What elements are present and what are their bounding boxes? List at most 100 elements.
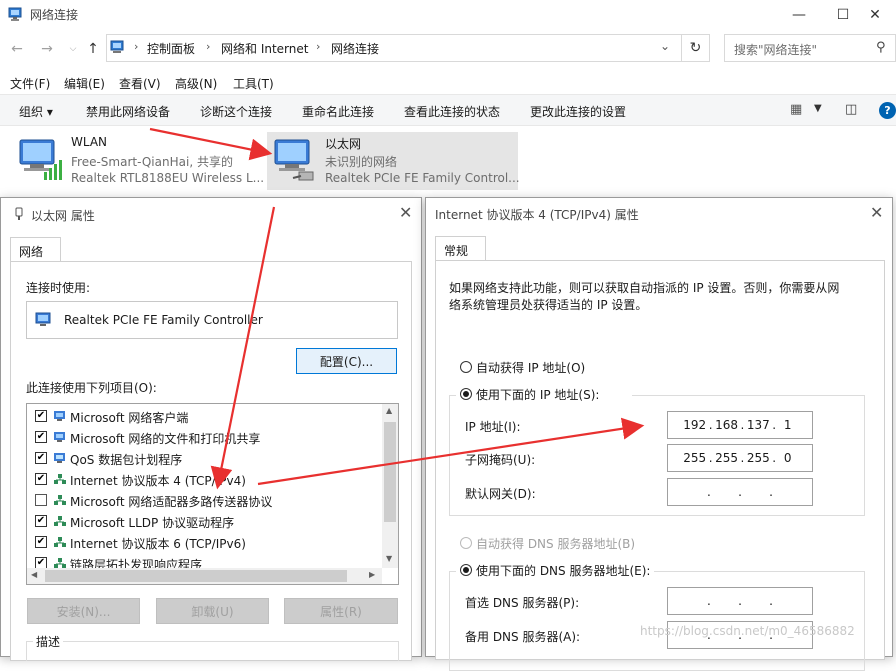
menu-view[interactable]: 查看(V) <box>119 75 161 92</box>
title-bar: 网络连接 — ☐ ✕ <box>0 0 896 30</box>
intro-line-1: 如果网络支持此功能，则可以获取自动指派的 IP 设置。否则，你需要从网 <box>449 281 840 295</box>
view-options-icon[interactable]: ▦ <box>790 102 802 117</box>
uninstall-button[interactable]: 卸载(U) <box>156 598 269 624</box>
manual-ip-label: 使用下面的 IP 地址(S): <box>476 388 600 402</box>
connection-device: Realtek PCIe FE Family Control... <box>325 171 520 185</box>
item-checkbox[interactable]: ✔ <box>35 515 47 527</box>
ip-dot: . <box>708 418 713 432</box>
control-panel-icon <box>110 40 124 53</box>
list-item[interactable]: ✔ Internet 协议版本 6 (TCP/IPv6) <box>27 532 382 553</box>
ip-address-input[interactable]: 192. 168. 137. 1 <box>667 411 813 439</box>
close-icon[interactable]: ✕ <box>870 203 883 222</box>
wireless-adapter-icon <box>19 139 62 180</box>
refresh-icon[interactable]: ↻ <box>682 34 710 62</box>
gateway-input[interactable]: ... <box>667 478 813 506</box>
breadcrumb-control-panel[interactable]: 控制面板 <box>147 40 195 57</box>
description-label: 描述 <box>33 633 64 650</box>
ip-octet[interactable]: 255 <box>683 451 706 465</box>
ip-dot: . <box>738 594 742 608</box>
ip-octet[interactable]: 168 <box>715 418 738 432</box>
adapter-name: Realtek PCIe FE Family Controller <box>64 313 263 327</box>
manual-dns-radio[interactable] <box>460 564 472 576</box>
horizontal-scrollbar[interactable]: ◀ ▶ <box>27 568 382 584</box>
qos-icon <box>53 452 67 464</box>
properties-button[interactable]: 属性(R) <box>284 598 398 624</box>
item-label: Microsoft 网络客户端 <box>70 411 189 425</box>
ip-dot: . <box>769 485 773 499</box>
vertical-scrollbar[interactable]: ▲ ▼ <box>382 404 398 568</box>
item-checkbox[interactable]: ✔ <box>35 452 47 464</box>
menu-tools[interactable]: 工具(T) <box>233 75 274 92</box>
window-title: 网络连接 <box>30 8 79 22</box>
breadcrumb-network-connections[interactable]: 网络连接 <box>331 40 379 57</box>
ip-dot: . <box>708 451 713 465</box>
breadcrumb-network-internet[interactable]: 网络和 Internet <box>221 40 308 57</box>
item-checkbox[interactable] <box>35 494 47 506</box>
ip-octet[interactable]: 192 <box>683 418 706 432</box>
tab-network[interactable]: 网络 <box>10 237 61 261</box>
list-item[interactable]: ✔ Microsoft 网络客户端 <box>27 406 382 427</box>
connection-status: Free-Smart-QianHai, 共享的 <box>71 155 233 169</box>
item-label: Microsoft LLDP 协议驱动程序 <box>70 516 235 530</box>
manual-dns-label: 使用下面的 DNS 服务器地址(E): <box>476 564 651 578</box>
ethernet-connection-content: 以太网 未识别的网络 Realtek PCIe FE Family Contro… <box>269 132 520 192</box>
change-settings-button[interactable]: 更改此连接的设置 <box>530 103 626 120</box>
forward-arrow-icon[interactable]: → <box>38 40 56 58</box>
rename-button[interactable]: 重命名此连接 <box>302 103 374 120</box>
view-status-button[interactable]: 查看此连接的状态 <box>404 103 500 120</box>
list-item[interactable]: ✔ Internet 协议版本 4 (TCP/IPv4) <box>27 469 382 490</box>
back-arrow-icon[interactable]: ← <box>8 40 26 58</box>
item-label: Internet 协议版本 6 (TCP/IPv6) <box>70 537 246 551</box>
list-item[interactable]: Microsoft 网络适配器多路传送器协议 <box>27 490 382 511</box>
preview-pane-icon[interactable]: ◫ <box>845 102 857 117</box>
preferred-dns-input[interactable]: ... <box>667 587 813 615</box>
menu-file[interactable]: 文件(F) <box>10 75 50 92</box>
list-item[interactable]: ✔ Microsoft LLDP 协议驱动程序 <box>27 511 382 532</box>
item-checkbox[interactable]: ✔ <box>35 473 47 485</box>
connection-device: Realtek RTL8188EU Wireless L... <box>71 171 265 185</box>
close-window-button[interactable]: ✕ <box>852 0 896 30</box>
item-label: Microsoft 网络的文件和打印机共享 <box>70 432 261 446</box>
connection-name: 以太网 <box>325 137 362 151</box>
wlan-connection[interactable]: WLAN Free-Smart-QianHai, 共享的 Realtek RTL… <box>14 132 264 192</box>
auto-ip-radio[interactable] <box>460 361 472 373</box>
recent-chevron-icon[interactable]: ⌵ <box>64 40 82 58</box>
tab-general[interactable]: 常规 <box>435 236 486 260</box>
ip-dot: . <box>738 485 742 499</box>
ip-octet[interactable]: 137 <box>747 418 770 432</box>
search-input[interactable]: 搜索"网络连接" <box>724 34 896 62</box>
item-checkbox[interactable]: ✔ <box>35 410 47 422</box>
organize-button[interactable]: 组织 ▾ <box>19 103 53 120</box>
ip-octet[interactable]: 0 <box>779 451 797 465</box>
install-button[interactable]: 安装(N)... <box>27 598 140 624</box>
up-arrow-icon[interactable]: ↑ <box>84 40 102 58</box>
adapter-box: Realtek PCIe FE Family Controller <box>26 301 398 339</box>
ethernet-plug-icon <box>15 207 23 220</box>
subnet-mask-input[interactable]: 255. 255. 255. 0 <box>667 444 813 472</box>
items-list[interactable]: ✔ Microsoft 网络客户端 ✔ Microsoft 网络的文件和打印机共享 ✔ Q… <box>26 403 399 585</box>
manual-ip-radio[interactable] <box>460 388 472 400</box>
diagnose-button[interactable]: 诊断这个连接 <box>200 103 272 120</box>
close-icon[interactable]: ✕ <box>399 203 412 222</box>
menu-edit[interactable]: 编辑(E) <box>64 75 105 92</box>
minimize-button[interactable]: — <box>776 0 822 30</box>
protocol-icon <box>53 473 67 485</box>
auto-dns-radio[interactable] <box>460 537 472 549</box>
ip-octet[interactable]: 255 <box>715 451 738 465</box>
view-dropdown-icon[interactable]: ▼ <box>814 103 822 114</box>
item-checkbox[interactable]: ✔ <box>35 431 47 443</box>
address-dropdown-icon[interactable]: ⌄ <box>660 39 670 53</box>
breadcrumb-separator: › <box>134 40 139 53</box>
configure-button[interactable]: 配置(C)... <box>296 348 397 374</box>
alternate-dns-label: 备用 DNS 服务器(A): <box>465 630 581 644</box>
ip-octet[interactable]: 1 <box>779 418 797 432</box>
description-group <box>26 641 399 661</box>
list-item[interactable]: ✔ QoS 数据包计划程序 <box>27 448 382 469</box>
list-item[interactable]: ✔ Microsoft 网络的文件和打印机共享 <box>27 427 382 448</box>
disable-device-button[interactable]: 禁用此网络设备 <box>86 103 170 120</box>
item-checkbox[interactable]: ✔ <box>35 536 47 548</box>
ip-octet[interactable]: 255 <box>747 451 770 465</box>
menu-advanced[interactable]: 高级(N) <box>175 75 217 92</box>
help-icon[interactable]: ? <box>879 102 896 119</box>
ip-dot: . <box>706 594 711 608</box>
